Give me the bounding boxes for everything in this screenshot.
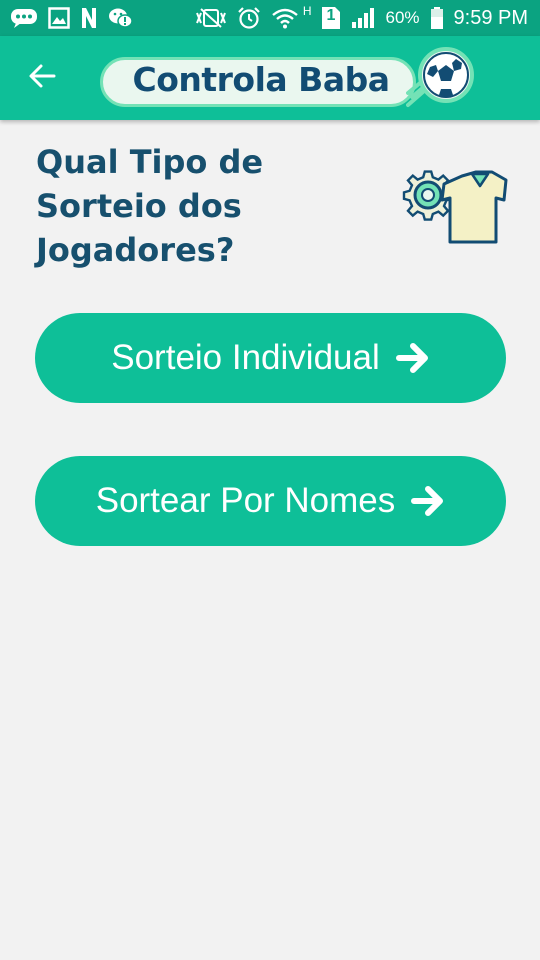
wifi-icon xyxy=(271,0,299,36)
gear-shirt-icon xyxy=(402,166,508,246)
status-left-icons xyxy=(10,0,134,36)
arrow-right-icon xyxy=(395,342,430,374)
vibrate-icon xyxy=(195,0,227,36)
sortear-por-nomes-button[interactable]: Sortear Por Nomes xyxy=(35,456,506,546)
sorteio-individual-label: Sorteio Individual xyxy=(111,338,380,377)
status-right-icons: H 1 60% 9:59 PM xyxy=(195,0,528,36)
battery-icon xyxy=(430,0,444,36)
logo-text: Controla Baba xyxy=(132,60,390,99)
app-logo: Controla Baba xyxy=(98,45,478,113)
signal-icon xyxy=(351,0,375,36)
sorteio-individual-button[interactable]: Sorteio Individual xyxy=(35,313,506,403)
back-button[interactable] xyxy=(22,58,62,98)
app-bar: Controla Baba xyxy=(0,36,540,120)
chat-icon xyxy=(10,0,38,36)
alarm-icon xyxy=(237,0,261,36)
page-question: Qual Tipo de Sorteio dos Jogadores? xyxy=(36,143,264,269)
wechat-icon xyxy=(108,0,134,36)
network-type: H xyxy=(302,4,312,18)
back-arrow-icon xyxy=(28,62,56,95)
arrow-right-icon xyxy=(411,485,445,517)
sim-slot-label: 1 xyxy=(326,7,336,24)
status-bar: H 1 60% 9:59 PM xyxy=(0,0,540,36)
sortear-por-nomes-label: Sortear Por Nomes xyxy=(95,481,396,520)
soccer-ball-icon xyxy=(406,45,478,113)
image-icon xyxy=(48,0,70,36)
n-app-icon xyxy=(80,0,98,36)
battery-percent: 60% xyxy=(385,8,420,27)
sim-icon: 1 xyxy=(321,0,341,36)
clock: 9:59 PM xyxy=(453,6,528,29)
